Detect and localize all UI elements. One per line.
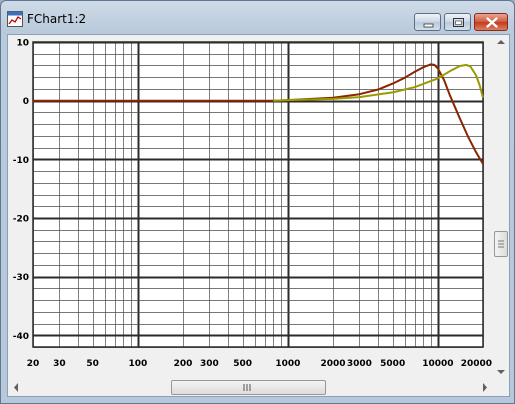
x-tick-label: 50 bbox=[86, 359, 99, 369]
maximize-button[interactable] bbox=[444, 13, 471, 31]
scroll-up-arrow-icon[interactable] bbox=[497, 39, 505, 45]
minimize-icon bbox=[423, 23, 434, 28]
x-tick-label: 500 bbox=[233, 359, 252, 369]
y-tick-label: 0 bbox=[23, 97, 29, 107]
vertical-scroll-thumb[interactable] bbox=[494, 231, 508, 257]
chart-window: FChart1:2 10 0 -10 -20 -30 -40 20 30 50 100 200 30… bbox=[0, 0, 515, 404]
x-tick-label: 200 bbox=[174, 359, 193, 369]
vertical-scrollbar[interactable] bbox=[493, 35, 509, 379]
chart-app-icon bbox=[7, 11, 23, 27]
horizontal-scroll-thumb[interactable] bbox=[171, 380, 326, 395]
scroll-down-arrow-icon[interactable] bbox=[497, 369, 505, 375]
y-tick-label: 10 bbox=[16, 39, 29, 49]
y-tick-label: -40 bbox=[13, 332, 29, 342]
y-tick-label: -10 bbox=[13, 156, 29, 166]
x-tick-label: 30 bbox=[53, 359, 66, 369]
window-title: FChart1:2 bbox=[27, 12, 87, 26]
x-tick-label: 2000 bbox=[320, 359, 345, 369]
x-tick-label: 10000 bbox=[422, 359, 453, 369]
close-icon bbox=[486, 17, 498, 28]
x-tick-label: 20000 bbox=[461, 359, 492, 369]
scrollbar-corner bbox=[493, 379, 509, 396]
x-tick-label: 20 bbox=[27, 359, 40, 369]
x-tick-labels: 20 30 50 100 200 300 500 1000 2000 3000 5000 10000 2… bbox=[27, 359, 492, 369]
y-tick-labels: 10 0 -10 -20 -30 -40 bbox=[13, 39, 29, 342]
y-tick-label: -30 bbox=[13, 273, 29, 283]
x-tick-label: 100 bbox=[128, 359, 147, 369]
close-button[interactable] bbox=[474, 13, 508, 31]
grip-icon bbox=[498, 240, 504, 248]
y-tick-label: -20 bbox=[13, 214, 29, 224]
horizontal-scrollbar[interactable] bbox=[8, 379, 493, 396]
grip-icon bbox=[243, 384, 251, 391]
frequency-response-chart: 100-10-20-30-40 20 30 50 100 200 300 500 1000 20… bbox=[13, 39, 492, 370]
x-tick-label: 1000 bbox=[275, 359, 300, 369]
x-tick-label: 3000 bbox=[347, 359, 372, 369]
x-tick-label: 5000 bbox=[380, 359, 405, 369]
minimize-button[interactable] bbox=[414, 13, 441, 31]
scroll-right-arrow-icon[interactable] bbox=[482, 383, 488, 392]
title-bar[interactable]: FChart1:2 bbox=[1, 1, 514, 33]
chart-client-area: 10 0 -10 -20 -30 -40 20 30 50 100 200 300 500 1000 20… bbox=[7, 34, 510, 397]
x-tick-label: 300 bbox=[200, 359, 219, 369]
scroll-left-arrow-icon[interactable] bbox=[13, 383, 19, 392]
maximize-icon bbox=[453, 18, 464, 27]
